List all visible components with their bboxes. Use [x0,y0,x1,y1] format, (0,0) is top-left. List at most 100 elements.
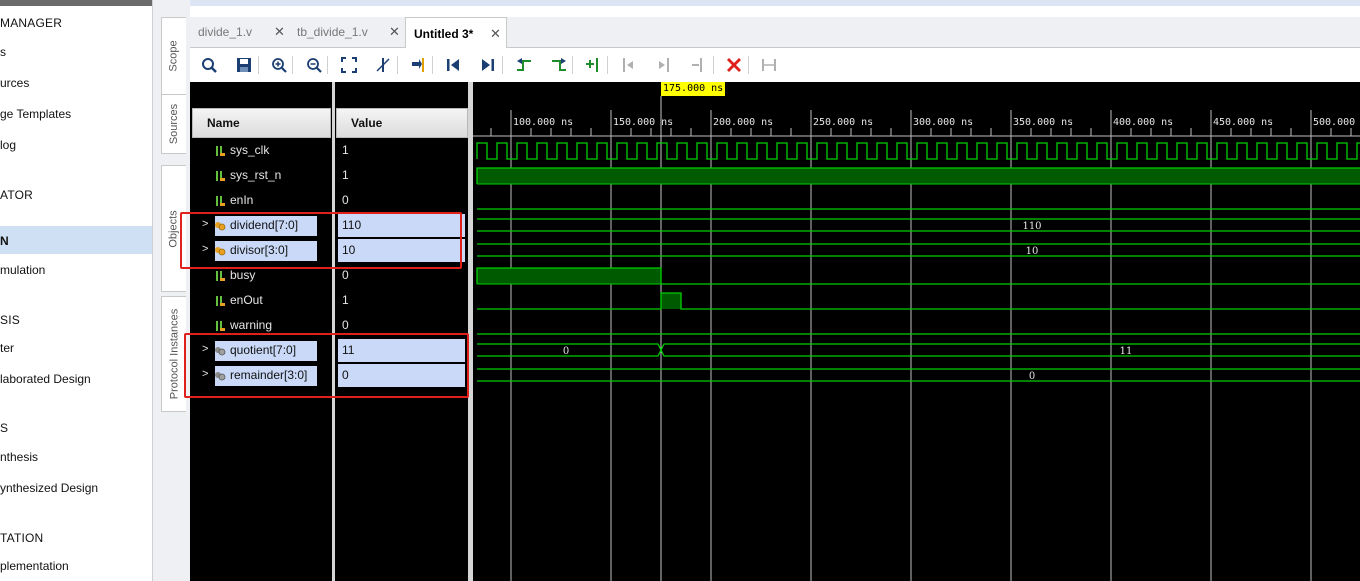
waveform-quotient [477,343,1360,357]
signal-row[interactable]: sys_clk 1 [191,138,468,163]
waveform-busy-fill [477,268,661,284]
time-tick-label: 250.000 ns [813,117,873,128]
flow-nav-item: S [0,421,9,435]
flow-nav-item[interactable]: ynthesized Design [0,481,98,495]
toolbar-separator [748,56,749,74]
swap-cursors-icon[interactable] [687,54,709,76]
time-tick-label: 150.000 ns [613,117,673,128]
signal-value: 1 [342,168,349,182]
bus-value-label: 110 [1022,221,1041,232]
cursor-time-label: 175.000 ns [661,82,726,96]
previous-marker-icon[interactable] [618,54,640,76]
zoom-in-icon[interactable] [268,54,290,76]
waveform-divisor [477,243,1360,257]
flow-nav-item: ATOR [0,188,34,202]
waveform-remainder [477,368,1360,382]
bus-value-label: 0 [563,346,569,357]
signal-name: sys_rst_n [230,168,282,182]
tab-label: divide_1.v [198,25,253,39]
waveform-enout-fill [661,293,681,309]
time-tick-label: 400.000 ns [1113,117,1173,128]
next-transition-icon[interactable] [548,54,570,76]
close-icon[interactable]: ✕ [490,26,501,42]
side-tab-label: Protocol Instances [168,308,180,400]
time-tick-label: 200.000 ns [713,117,773,128]
bit-signal-icon [216,171,225,181]
waveform-sys-rst-n-fill [477,168,1360,184]
signal-value: 0 [342,268,349,282]
go-to-end-icon[interactable] [477,54,499,76]
signal-row[interactable]: enOut 1 [191,288,468,313]
side-tab-protocol-instances[interactable]: Protocol Instances [161,296,186,412]
zoom-fit-icon[interactable] [338,54,360,76]
cursor-off-icon[interactable] [372,54,394,76]
name-column-header[interactable]: Name [192,108,331,138]
signal-row[interactable]: sys_rst_n 1 [191,163,468,188]
flow-nav-item[interactable]: s [0,45,6,59]
side-tab-scope[interactable]: Scope [161,17,186,95]
flow-nav-item: N [0,234,9,248]
delete-icon[interactable] [723,54,745,76]
flow-nav-item[interactable]: laborated Design [0,372,91,386]
toolbar-separator [607,56,608,74]
waveform-sys-clk [476,142,1360,160]
flow-nav-item[interactable]: urces [0,76,29,90]
flow-nav-item[interactable]: nthesis [0,450,38,464]
waveform-enout [477,292,1360,310]
flow-nav-item[interactable]: ter [0,341,14,355]
toolbar-separator [258,56,259,74]
snap-icon[interactable] [758,54,780,76]
go-to-start-icon[interactable] [442,54,464,76]
time-tick-label: 100.000 ns [513,117,573,128]
flow-nav-item[interactable]: log [0,138,16,152]
window-top-strip [190,0,1360,6]
highlight-inputs-box [180,212,462,269]
bus-value-label: 0 [1029,371,1035,382]
flow-nav-item: SIS [0,313,20,327]
zoom-out-icon[interactable] [303,54,325,76]
flow-nav-item[interactable]: ge Templates [0,107,71,121]
toolbar-separator [572,56,573,74]
waveform-dividend [477,218,1360,232]
waveform-canvas[interactable]: 100.000 ns 150.000 ns 200.000 ns 250.000 ns… [473,82,1360,581]
tab-tb-divide-1-v[interactable]: tb_divide_1.v ✕ [289,17,404,47]
time-tick-label: 450.000 ns [1213,117,1273,128]
bit-signal-icon [216,321,225,331]
flow-nav-item[interactable]: mulation [0,263,45,277]
bit-signal-icon [216,196,225,206]
toolbar-separator [327,56,328,74]
time-tick-label: 500.000 [1313,117,1355,128]
bus-value-label: 11 [1120,346,1133,357]
bit-signal-icon [216,146,225,156]
next-marker-icon[interactable] [652,54,674,76]
search-icon[interactable] [198,54,220,76]
side-tab-sources[interactable]: Sources [161,94,186,154]
signal-value: 1 [342,143,349,157]
signal-value: 0 [342,193,349,207]
signal-row[interactable]: enIn 0 [191,188,468,213]
signal-value: 1 [342,293,349,307]
add-marker-icon[interactable] [582,54,604,76]
save-icon[interactable] [233,54,255,76]
tab-untitled-3[interactable]: Untitled 3* ✕ [405,17,507,49]
signal-name: enOut [230,293,263,307]
flow-navigator-selection [0,226,152,254]
side-tab-label: Sources [168,103,181,145]
tab-label: tb_divide_1.v [297,25,368,39]
highlight-outputs-box [184,333,469,398]
previous-transition-icon[interactable] [513,54,535,76]
bus-value-label: 10 [1026,246,1039,257]
flow-navigator-top-bar [0,0,152,6]
close-icon[interactable]: ✕ [389,24,400,40]
value-column-header[interactable]: Value [336,108,468,138]
go-to-cursor-icon[interactable] [407,54,429,76]
toolbar-separator [397,56,398,74]
column-header-label: Value [351,116,383,130]
toolbar-separator [713,56,714,74]
flow-nav-item: TATION [0,531,44,545]
tab-divide-1-v[interactable]: divide_1.v ✕ [190,17,287,47]
time-tick-label: 300.000 ns [913,117,973,128]
close-icon[interactable]: ✕ [274,24,285,40]
flow-nav-item[interactable]: plementation [0,559,69,573]
side-tab-label: Objects [168,209,181,248]
